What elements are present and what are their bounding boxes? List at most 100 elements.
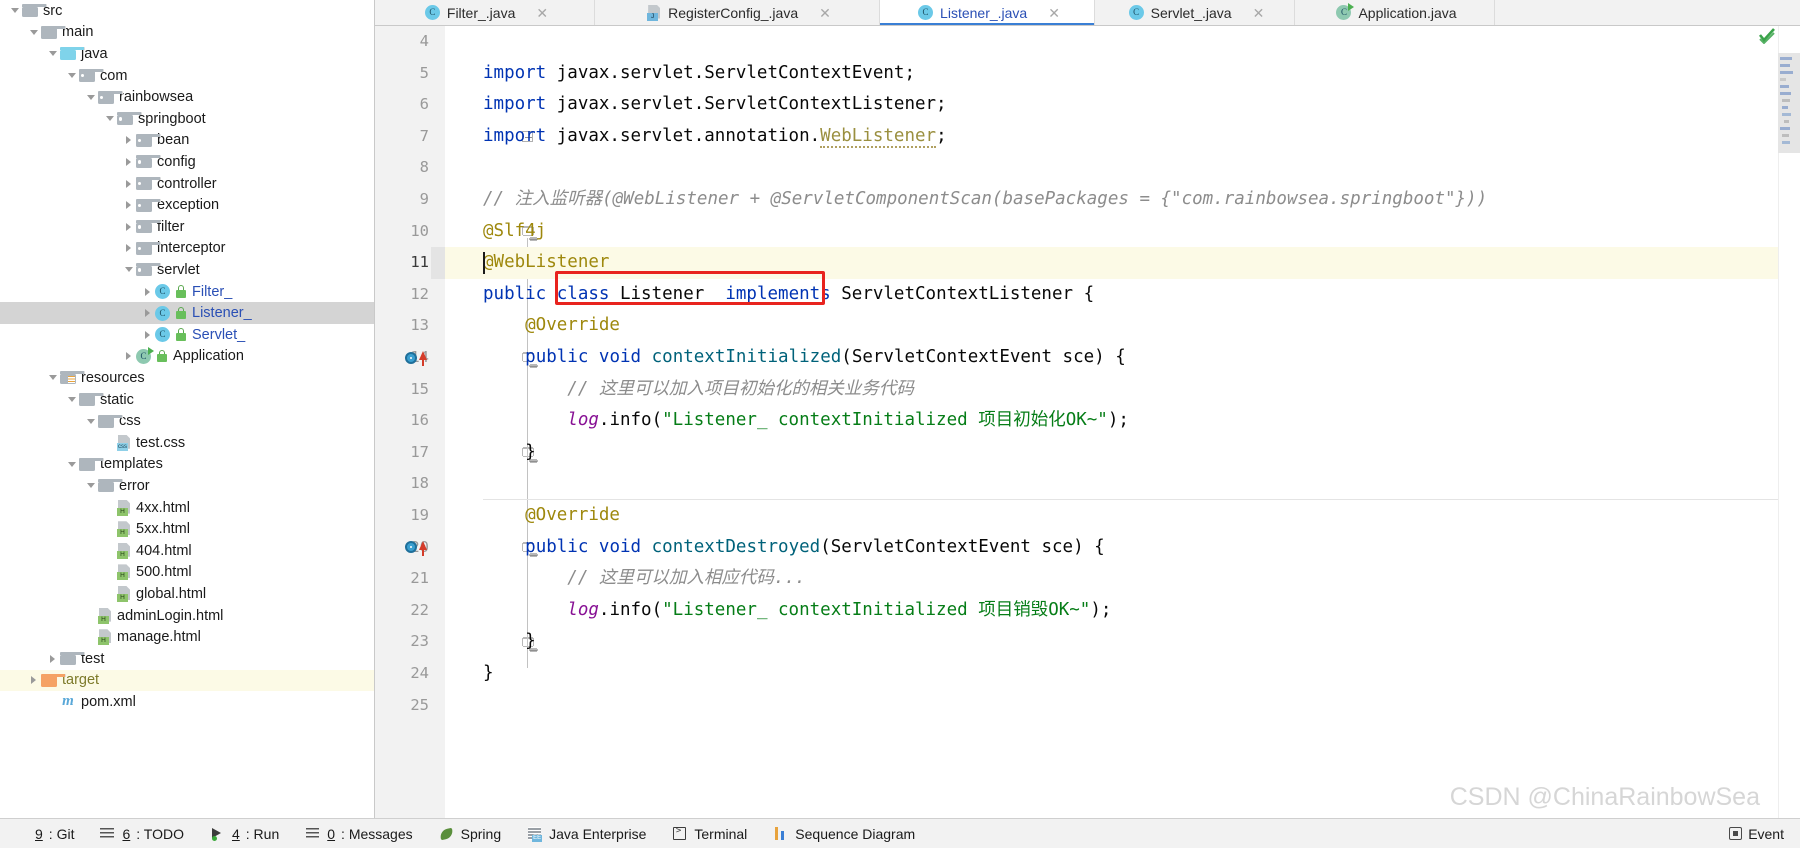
status-item-run[interactable]: 4: Run [197,819,292,848]
tree-expand-arrow[interactable] [121,259,136,281]
tree-item-filter-[interactable]: CFilter_ [0,281,374,303]
tree-expand-arrow[interactable] [121,194,136,216]
tree-item-error[interactable]: error [0,475,374,497]
tree-expand-arrow[interactable] [83,475,98,497]
tree-item-bean[interactable]: bean [0,130,374,152]
tree-item-main[interactable]: main [0,22,374,44]
editor-gutter[interactable]: 45678910111213141516171819202122232425 [375,26,445,818]
code-line-25[interactable] [483,690,1800,722]
code-line-23[interactable]: } [483,626,1800,658]
status-bar[interactable]: 9: Git6: TODO4: Run0: MessagesSpringJava… [0,818,1800,848]
tree-expand-arrow[interactable] [121,173,136,195]
status-item-sequence-diagram[interactable]: Sequence Diagram [760,819,928,848]
tree-item-controller[interactable]: controller [0,173,374,195]
inspection-ok-icon[interactable] [1758,28,1776,44]
tree-expand-arrow[interactable] [121,346,136,368]
tree-expand-arrow[interactable] [121,216,136,238]
tree-item-exception[interactable]: exception [0,194,374,216]
tree-item-target[interactable]: target [0,670,374,692]
tree-expand-arrow[interactable] [83,410,98,432]
tree-expand-arrow[interactable] [121,238,136,260]
project-tree-panel[interactable]: srcmainjavacomrainbowseaspringbootbeanco… [0,0,374,818]
code-line-17[interactable]: } [483,437,1800,469]
tree-expand-arrow[interactable] [83,86,98,108]
status-item-event-log[interactable]: Event [1716,819,1800,848]
code-line-22[interactable]: log.info("Listener_ contextInitialized 项… [483,595,1800,627]
tree-expand-arrow[interactable] [102,108,117,130]
tree-item-config[interactable]: config [0,151,374,173]
tree-item-java[interactable]: java [0,43,374,65]
tree-item-src[interactable]: src [0,0,374,22]
code-line-4[interactable] [483,26,1800,58]
tree-expand-arrow[interactable] [45,43,60,65]
tree-expand-arrow[interactable] [45,367,60,389]
tree-expand-arrow[interactable] [64,65,79,87]
code-line-6[interactable]: import javax.servlet.ServletContextListe… [483,89,1800,121]
tree-expand-arrow[interactable] [26,670,41,692]
implementing-method-gutter-icon[interactable] [405,342,431,374]
editor-tab-registerconfig-java[interactable]: JRegisterConfig_.java✕ [595,0,880,25]
tree-item-manage-html[interactable]: Hmanage.html [0,626,374,648]
tree-item-com[interactable]: com [0,65,374,87]
code-line-7[interactable]: import javax.servlet.annotation.WebListe… [483,121,1800,153]
editor-tab-application-java[interactable]: CApplication.java [1295,0,1495,25]
tree-item-rainbowsea[interactable]: rainbowsea [0,86,374,108]
tree-expand-arrow[interactable] [140,324,155,346]
tree-item-pom-xml[interactable]: mpom.xml [0,691,374,713]
tree-expand-arrow[interactable] [121,130,136,152]
tree-expand-arrow[interactable] [45,648,60,670]
tree-item-5xx-html[interactable]: H5xx.html [0,518,374,540]
tree-item-adminlogin-html[interactable]: HadminLogin.html [0,605,374,627]
code-line-5[interactable]: import javax.servlet.ServletContextEvent… [483,58,1800,90]
status-item-terminal[interactable]: Terminal [659,819,760,848]
tree-item-test[interactable]: test [0,648,374,670]
tree-item-test-css[interactable]: csstest.css [0,432,374,454]
code-line-12[interactable]: public class Listener_ implements Servle… [483,279,1800,311]
tree-item-500-html[interactable]: H500.html [0,562,374,584]
tree-item-servlet[interactable]: servlet [0,259,374,281]
code-line-16[interactable]: log.info("Listener_ contextInitialized 项… [483,405,1800,437]
close-tab-icon[interactable]: ✕ [1253,6,1265,20]
tree-expand-arrow[interactable] [7,0,22,22]
implementing-method-gutter-icon[interactable] [405,532,431,564]
code-line-19[interactable]: @Override [483,500,1800,532]
tree-item-interceptor[interactable]: interceptor [0,238,374,260]
tree-item-css[interactable]: css [0,410,374,432]
code-line-24[interactable]: } [483,658,1800,690]
editor-tab-servlet-java[interactable]: CServlet_.java✕ [1095,0,1295,25]
tree-item-springboot[interactable]: springboot [0,108,374,130]
editor-scroll-rail[interactable] [1778,26,1800,818]
tree-expand-arrow[interactable] [140,281,155,303]
status-item-messages[interactable]: 0: Messages [292,819,425,848]
status-item-git[interactable]: 9: Git [0,819,87,848]
code-line-9[interactable]: // 注入监听器(@WebListener + @ServletComponen… [483,184,1800,216]
tree-expand-arrow[interactable] [121,151,136,173]
code-line-21[interactable]: // 这里可以加入相应代码... [483,563,1800,595]
editor-tab-listener-java[interactable]: CListener_.java✕ [880,0,1095,25]
vertical-scrollbar-thumb[interactable] [1778,53,1800,153]
editor-tab-filter-java[interactable]: CFilter_.java✕ [375,0,595,25]
tree-expand-arrow[interactable] [26,22,41,44]
close-tab-icon[interactable]: ✕ [536,6,548,20]
tree-expand-arrow[interactable] [64,389,79,411]
tree-item-4xx-html[interactable]: H4xx.html [0,497,374,519]
code-line-18[interactable] [483,468,1800,500]
tree-item-resources[interactable]: resources [0,367,374,389]
tree-item-application[interactable]: CApplication [0,346,374,368]
tree-item-filter[interactable]: filter [0,216,374,238]
editor-tab-bar[interactable]: CFilter_.java✕JRegisterConfig_.java✕CLis… [375,0,1800,26]
code-line-20[interactable]: public void contextDestroyed(ServletCont… [483,532,1800,564]
tree-expand-arrow[interactable] [140,302,155,324]
status-item-spring[interactable]: Spring [426,819,514,848]
tree-item-servlet-[interactable]: CServlet_ [0,324,374,346]
code-line-14[interactable]: public void contextInitialized(ServletCo… [483,342,1800,374]
tree-item-404-html[interactable]: H404.html [0,540,374,562]
code-line-8[interactable] [483,152,1800,184]
code-line-15[interactable]: // 这里可以加入项目初始化的相关业务代码 [483,374,1800,406]
tree-item-static[interactable]: static [0,389,374,411]
status-item-java-enterprise[interactable]: Java Enterprise [514,819,659,848]
tree-expand-arrow[interactable] [64,454,79,476]
close-tab-icon[interactable]: ✕ [819,6,831,20]
tree-item-templates[interactable]: templates [0,454,374,476]
code-line-13[interactable]: @Override [483,310,1800,342]
